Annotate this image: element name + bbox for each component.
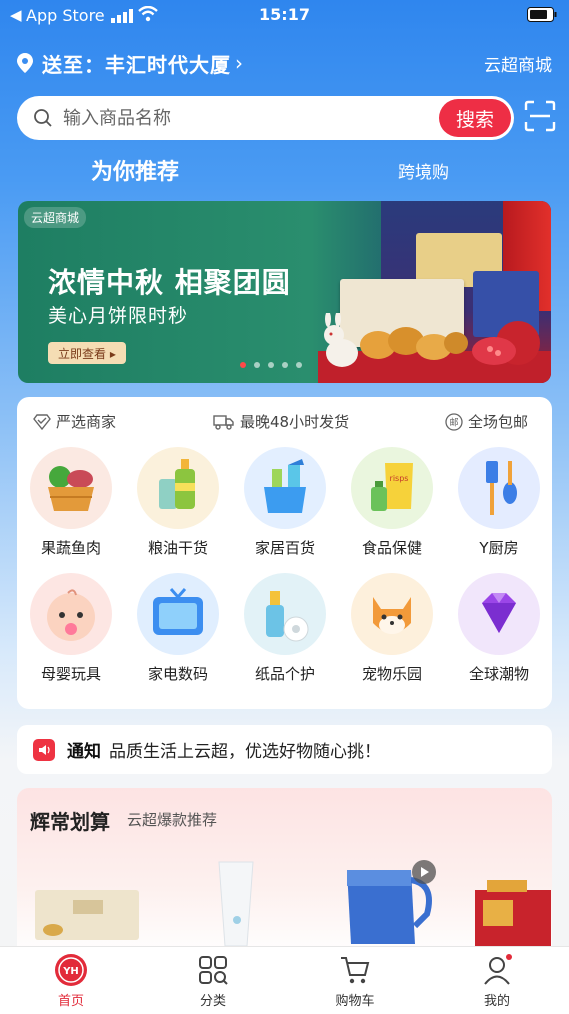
category-pet[interactable]: 宠物乐园 — [338, 573, 446, 684]
rabbit-figure-image — [324, 313, 358, 367]
perk-label: 最晚48小时发货 — [240, 413, 350, 431]
pomegranate-image — [472, 321, 540, 365]
notice-text: 品质生活上云超，优选好物随心挑！ — [109, 742, 381, 762]
chevron-right-icon: › — [235, 51, 243, 75]
category-produce[interactable]: 果蔬鱼肉 — [17, 447, 125, 558]
snack-bag-icon: risps — [351, 447, 433, 529]
category-label: 食品保健 — [361, 539, 422, 557]
category-y-kitchen[interactable]: Y厨房 — [445, 447, 553, 558]
category-label: 家居百货 — [254, 539, 315, 557]
search-button[interactable]: 搜索 — [439, 99, 511, 137]
category-card: 严选商家 最晚48小时发货 邮 全场包邮 果蔬鱼肉 粮油干货 家居百货 risp… — [17, 397, 552, 709]
category-electronics[interactable]: 家电数码 — [124, 573, 232, 684]
category-household[interactable]: 家居百货 — [231, 447, 339, 558]
banner-headline: 浓情中秋 相聚团圆 — [48, 266, 291, 299]
notice-bar[interactable]: 通知 品质生活上云超，优选好物随心挑！ — [17, 725, 552, 774]
baby-face-icon — [30, 573, 112, 655]
carousel-dot[interactable] — [254, 362, 260, 368]
mooncakes-image — [360, 327, 468, 360]
category-label: 家电数码 — [147, 665, 208, 683]
tab-label: 我的 — [483, 994, 510, 1009]
tab-recommended[interactable]: 为你推荐 — [91, 154, 179, 186]
tab-label: 购物车 — [335, 994, 375, 1009]
svg-text:YH: YH — [62, 966, 79, 977]
battery-icon — [527, 7, 557, 22]
produce-basket-icon — [30, 447, 112, 529]
svg-text:邮: 邮 — [449, 416, 458, 428]
notice-label: 通知 — [67, 742, 101, 762]
deals-title: 辉常划算 — [30, 810, 110, 834]
tab-profile[interactable]: 我的 — [457, 953, 537, 1009]
scan-icon[interactable] — [524, 100, 556, 132]
speaker-icon — [33, 738, 55, 761]
service-perks: 严选商家 最晚48小时发货 邮 全场包邮 — [17, 411, 552, 435]
tab-categories[interactable]: 分类 — [173, 953, 253, 1009]
banner-view-now-button[interactable]: 立即查看 ▸ — [48, 342, 126, 364]
carousel-dot[interactable] — [282, 362, 288, 368]
carousel-dot[interactable] — [296, 362, 302, 368]
category-label: 果蔬鱼肉 — [40, 539, 101, 557]
tv-icon — [137, 573, 219, 655]
product-lotion-tube-image[interactable] — [213, 860, 259, 950]
oil-bottle-icon — [137, 447, 219, 529]
video-play-icon[interactable] — [412, 860, 436, 884]
truck-icon — [213, 414, 234, 430]
bottom-tab-bar: YH 首页 分类 购物车 我的 — [0, 946, 569, 1014]
home-yh-logo-icon: YH — [55, 954, 87, 986]
category-label: 纸品个护 — [254, 665, 315, 683]
carousel-dot[interactable] — [268, 362, 274, 368]
shiba-dog-icon — [351, 573, 433, 655]
category-label: 母婴玩具 — [40, 665, 101, 683]
tab-cart[interactable]: 购物车 — [315, 953, 395, 1009]
category-food-health[interactable]: risps 食品保健 — [338, 447, 446, 558]
perk-label: 全场包邮 — [468, 413, 529, 431]
tab-cross-border[interactable]: 跨境购 — [398, 158, 449, 183]
deals-section: 辉常划算 云超爆款推荐 — [17, 788, 552, 958]
kitchen-utensils-icon — [458, 447, 540, 529]
perk-fast-shipping: 最晚48小时发货 — [213, 411, 349, 432]
cleaning-bucket-icon — [244, 447, 326, 529]
purple-diamond-icon — [458, 573, 540, 655]
product-mooncake-box-image[interactable] — [33, 886, 141, 944]
category-grid-icon — [199, 956, 228, 985]
promo-banner[interactable]: 云超商城 浓情中秋 相聚团圆 美心月饼限时秒 立即查看 ▸ — [18, 201, 551, 383]
carousel-dots — [240, 362, 302, 368]
location-pin-icon — [17, 53, 33, 73]
banner-tag: 云超商城 — [24, 207, 87, 228]
svg-text:risps: risps — [390, 474, 409, 483]
category-label: 全球潮物 — [468, 665, 529, 683]
banner-subheadline: 美心月饼限时秒 — [48, 305, 189, 327]
category-label: 粮油干货 — [147, 539, 208, 557]
perk-free-shipping: 邮 全场包邮 — [445, 411, 528, 432]
deals-subtitle: 云超爆款推荐 — [127, 811, 218, 829]
search-icon — [34, 109, 52, 127]
product-gift-box-image[interactable] — [473, 876, 552, 948]
lotion-tissue-icon — [244, 573, 326, 655]
category-label: 宠物乐园 — [361, 665, 422, 683]
tab-label: 首页 — [57, 994, 84, 1009]
search-bar: 搜索 — [17, 96, 514, 140]
category-grain-oil[interactable]: 粮油干货 — [124, 447, 232, 558]
store-name[interactable]: 云超商城 — [484, 51, 552, 76]
carousel-dot[interactable] — [240, 362, 246, 368]
category-global[interactable]: 全球潮物 — [445, 573, 553, 684]
diamond-shield-icon — [33, 413, 51, 430]
status-time: 15:17 — [259, 5, 310, 24]
perk-selected-merchants: 严选商家 — [33, 411, 116, 432]
tab-home[interactable]: YH 首页 — [31, 953, 111, 1009]
mail-badge-icon: 邮 — [445, 412, 463, 431]
cart-icon — [341, 957, 370, 984]
tab-label: 分类 — [199, 994, 226, 1009]
location-text: 送至：丰汇时代大厦 — [42, 52, 231, 77]
status-bar: ◀ App Store 15:17 — [0, 0, 569, 34]
perk-label: 严选商家 — [56, 413, 117, 431]
search-input[interactable] — [63, 104, 423, 132]
top-tabs: 为你推荐 跨境购 — [0, 152, 569, 188]
delivery-location[interactable]: 送至：丰汇时代大厦 › — [16, 48, 243, 78]
profile-icon — [484, 954, 512, 985]
category-baby-toys[interactable]: 母婴玩具 — [17, 573, 125, 684]
category-label: Y厨房 — [479, 539, 519, 557]
category-paper-care[interactable]: 纸品个护 — [231, 573, 339, 684]
